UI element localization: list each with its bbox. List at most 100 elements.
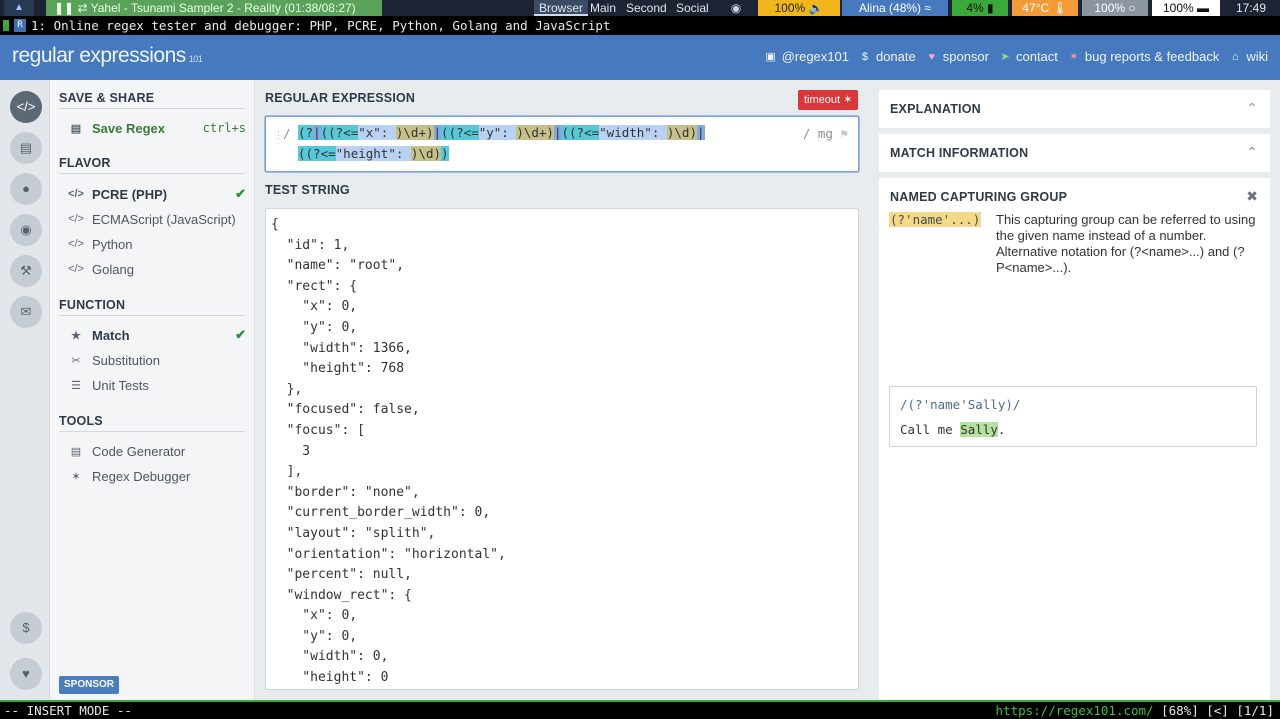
- token-alternation: |: [553, 125, 562, 140]
- timeout-badge[interactable]: timeout ✶: [798, 90, 859, 110]
- shuffle-icon[interactable]: ⇄: [77, 1, 87, 15]
- chevron-up-icon[interactable]: ⌃: [1246, 100, 1258, 117]
- regex-input[interactable]: ⋮/ (?|((?<="x": )\d+)|((?<="y": )\d+)|((…: [265, 116, 859, 172]
- clock[interactable]: 17:49: [1226, 0, 1276, 16]
- tool-code-generator[interactable]: ▤ Code Generator: [68, 441, 246, 461]
- workspace-browser[interactable]: Browser: [534, 0, 589, 16]
- wifi-icon: ≈: [924, 1, 931, 15]
- brand-name: regular expressions: [12, 44, 186, 67]
- nav-donate-label: donate: [875, 49, 916, 64]
- star-icon: ★: [71, 329, 81, 342]
- nav-contact-link[interactable]: ➤ contact: [999, 49, 1058, 64]
- token-group-close: ): [441, 146, 449, 161]
- dollar-rail-icon[interactable]: $: [10, 612, 42, 644]
- dollar-icon: $: [861, 50, 869, 63]
- regex-open-delimiter: /: [283, 126, 291, 141]
- token-lookbehind-width: ((?<=: [561, 125, 600, 140]
- token-lookbehind-x: ((?<=: [320, 125, 359, 140]
- battery-value: 4%: [966, 1, 984, 15]
- close-icon[interactable]: ✖: [1246, 188, 1258, 205]
- brand-logo[interactable]: regular expressions 101: [12, 44, 203, 68]
- battery-widget[interactable]: 4% ▮: [952, 0, 1008, 16]
- save-share-heading: SAVE & SHARE: [59, 91, 155, 105]
- token-digit-width: )\d): [666, 125, 697, 140]
- wifi-value: Alina (48%): [859, 1, 922, 15]
- sponsor-button[interactable]: SPONSOR: [59, 676, 120, 694]
- bug-icon: ✶: [843, 94, 853, 106]
- workspace-main[interactable]: Main: [585, 0, 621, 16]
- match-information-card[interactable]: MATCH INFORMATION ⌃: [879, 134, 1270, 172]
- chat-icon[interactable]: ✉: [10, 296, 42, 328]
- flavor-python[interactable]: </> Python: [68, 234, 246, 254]
- token-lookbehind-height: ((?<=: [298, 146, 336, 161]
- token-literal-y: "y":: [478, 125, 517, 140]
- save-regex-button[interactable]: ▤ Save Regex ctrl+s: [68, 118, 246, 138]
- wifi-widget[interactable]: Alina (48%) ≈: [842, 0, 948, 16]
- paper-plane-icon: ➤: [1000, 50, 1010, 63]
- nav-donate-link[interactable]: $ donate: [859, 49, 916, 64]
- code-icon: </>: [68, 238, 84, 250]
- ncg-syntax: (?'name'...): [889, 212, 982, 227]
- file-code-icon: ▤: [70, 445, 82, 458]
- function-match[interactable]: ★ Match ✔: [68, 325, 246, 345]
- code-icon: </>: [68, 188, 84, 200]
- brand-suffix: 101: [188, 54, 203, 64]
- flavor-ecmascript-label: ECMAScript (JavaScript): [92, 211, 236, 227]
- ncg-description: This capturing group can be referred to …: [996, 212, 1256, 275]
- editor-panel: REGULAR EXPRESSION timeout ✶ ⋮/ (?|((?<=…: [255, 80, 869, 700]
- checkmark-icon: ✔: [235, 327, 246, 342]
- status-info: [68%] [<] [1/1]: [1153, 703, 1274, 718]
- code-editor-icon[interactable]: </>: [10, 91, 42, 123]
- visibility-icon[interactable]: ◉: [718, 0, 754, 16]
- workspace-second[interactable]: Second: [621, 0, 672, 16]
- explanation-card[interactable]: EXPLANATION ⌃: [879, 90, 1270, 128]
- system-bar: ▲ ❚❚ ⇄ Yahel - Tsunami Sampler 2 - Reali…: [0, 0, 1280, 16]
- wrench-icon[interactable]: ⚒: [10, 255, 42, 287]
- test-string-editor[interactable]: { "id": 1, "name": "root", "rect": { "x"…: [265, 208, 859, 690]
- tool-regex-debugger[interactable]: ✶ Regex Debugger: [68, 466, 246, 486]
- chevron-up-icon[interactable]: ⌃: [1246, 144, 1258, 161]
- media-title: Yahel - Tsunami Sampler 2 - Reality (01:…: [90, 1, 356, 15]
- distro-logo-icon[interactable]: ▲: [4, 0, 34, 16]
- code-icon: </>: [68, 213, 84, 225]
- temperature-widget[interactable]: 47°C 🌡: [1012, 0, 1078, 16]
- nav-twitter-link[interactable]: ▣ @regex101: [765, 49, 849, 64]
- regex-delimiter: ⋮/: [274, 126, 291, 141]
- regex-flags-text: / mg: [802, 126, 833, 141]
- media-player-widget[interactable]: ❚❚ ⇄ Yahel - Tsunami Sampler 2 - Reality…: [46, 0, 382, 16]
- test-string-text: { "id": 1, "name": "root", "rect": { "x"…: [271, 217, 506, 686]
- regex-section-title: REGULAR EXPRESSION: [265, 91, 416, 105]
- volume-value: 100%: [774, 1, 806, 15]
- brightness-widget[interactable]: 100% ○: [1082, 0, 1148, 16]
- function-unit-tests[interactable]: ☰ Unit Tests: [68, 375, 246, 395]
- volume-widget[interactable]: 100% 🔈: [758, 0, 840, 16]
- divider: [59, 173, 245, 174]
- nav-sponsor-label: sponsor: [942, 49, 989, 64]
- function-match-label: Match: [92, 327, 130, 343]
- example-string: Call me Sally.: [900, 422, 1005, 437]
- example-regex: /(?'name'Sally)/: [900, 397, 1021, 412]
- flavor-golang[interactable]: </> Golang: [68, 259, 246, 279]
- heart-rail-icon[interactable]: ♥: [10, 658, 42, 690]
- nav-bug-reports-link[interactable]: ✶ bug reports & feedback: [1068, 49, 1219, 64]
- flavor-pcre[interactable]: </> PCRE (PHP) ✔: [68, 184, 246, 204]
- gamepad-icon[interactable]: ◉: [10, 214, 42, 246]
- workspace-social[interactable]: Social: [671, 0, 714, 16]
- mode-indicator: [3, 20, 9, 31]
- nav-wiki-link[interactable]: ⌂ wiki: [1229, 49, 1268, 64]
- function-substitution[interactable]: ✂ Substitution: [68, 350, 246, 370]
- user-icon[interactable]: ●: [10, 173, 42, 205]
- library-icon[interactable]: ▤: [10, 132, 42, 164]
- token-literal-width: "width":: [599, 125, 667, 140]
- regex-flags[interactable]: / mg ⚑: [803, 126, 848, 141]
- twitter-icon: ▣: [765, 50, 776, 63]
- token-literal-x: "x":: [358, 125, 396, 140]
- token-digits-x: )\d+): [395, 125, 434, 140]
- pause-icon[interactable]: ❚❚: [54, 1, 74, 15]
- nav-sponsor-link[interactable]: ♥ sponsor: [926, 49, 989, 64]
- bug-icon: ✶: [1069, 50, 1079, 63]
- function-substitution-label: Substitution: [92, 352, 160, 368]
- memory-widget[interactable]: 100% ▬: [1152, 0, 1220, 16]
- nav-bug-reports-label: bug reports & feedback: [1084, 49, 1220, 64]
- flavor-ecmascript[interactable]: </> ECMAScript (JavaScript): [68, 209, 246, 229]
